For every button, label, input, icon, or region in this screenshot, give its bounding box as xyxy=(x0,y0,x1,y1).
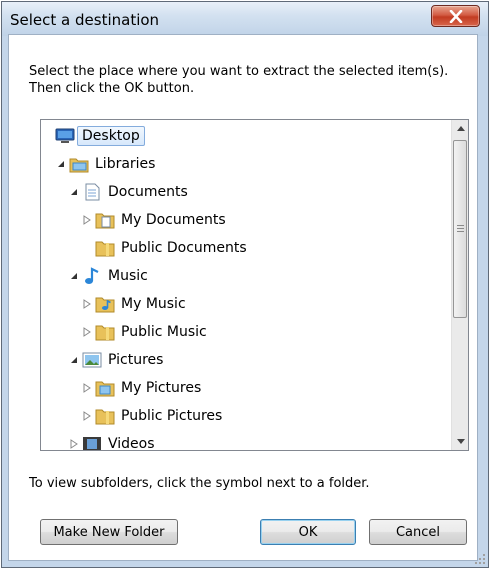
scroll-down-arrow-icon xyxy=(456,439,465,444)
tree-item-label: My Documents xyxy=(121,212,226,228)
collapsed-arrow-icon[interactable] xyxy=(81,382,93,394)
tree-item-documents[interactable]: Documents xyxy=(68,179,188,205)
pictures-folder-icon xyxy=(95,379,115,397)
collapsed-arrow-icon[interactable] xyxy=(68,438,80,450)
tree-item-public-documents[interactable]: Public Documents xyxy=(95,235,247,261)
videos-library-icon xyxy=(82,435,102,450)
folder-icon xyxy=(95,323,115,341)
desktop-icon xyxy=(55,127,75,145)
ok-button[interactable]: OK xyxy=(260,519,356,545)
tree-item-label: My Music xyxy=(121,296,186,312)
tree-item-videos[interactable]: Videos xyxy=(68,431,155,450)
tree-item-label: Music xyxy=(108,268,148,284)
instruction-text: Select the place where you want to extra… xyxy=(29,63,469,97)
cancel-button[interactable]: Cancel xyxy=(369,519,467,545)
documents-folder-icon xyxy=(95,211,115,229)
tree-item-my-music[interactable]: My Music xyxy=(81,291,186,317)
tree-item-my-pictures[interactable]: My Pictures xyxy=(81,375,201,401)
tree-item-label: Public Documents xyxy=(121,240,247,256)
tree-item-label: Public Pictures xyxy=(121,408,223,424)
collapsed-arrow-icon[interactable] xyxy=(81,298,93,310)
grip-lines-icon xyxy=(457,225,464,234)
tree-item-music[interactable]: Music xyxy=(68,263,148,289)
tree-item-pictures[interactable]: Pictures xyxy=(68,347,163,373)
tree-item-public-music[interactable]: Public Music xyxy=(81,319,207,345)
instruction-line-2: Then click the OK button. xyxy=(29,81,195,96)
folder-icon xyxy=(95,239,115,257)
tree-item-label: Pictures xyxy=(108,352,164,368)
tree-item-desktop[interactable]: Desktop xyxy=(55,123,145,149)
make-new-folder-button[interactable]: Make New Folder xyxy=(40,519,178,545)
collapsed-arrow-icon[interactable] xyxy=(81,326,93,338)
tree-item-label: Desktop xyxy=(77,126,145,146)
tree-item-label: Libraries xyxy=(95,156,156,172)
instruction-line-1: Select the place where you want to extra… xyxy=(29,64,449,79)
tree-item-label: Public Music xyxy=(121,324,207,340)
tree-item-public-pictures[interactable]: Public Pictures xyxy=(81,403,222,429)
music-folder-icon xyxy=(95,295,115,313)
resize-grip-icon[interactable] xyxy=(474,553,486,565)
pictures-library-icon xyxy=(82,351,102,369)
expanded-arrow-icon[interactable] xyxy=(68,270,80,282)
title-bar[interactable]: Select a destination xyxy=(2,2,488,36)
close-button[interactable] xyxy=(431,5,480,27)
expanded-arrow-icon[interactable] xyxy=(68,186,80,198)
expanded-arrow-icon[interactable] xyxy=(55,158,67,170)
tree-item-libraries[interactable]: Libraries xyxy=(55,151,155,177)
scroll-up-arrow-icon xyxy=(456,126,465,131)
expanded-arrow-icon[interactable] xyxy=(68,354,80,366)
scrollbar-thumb[interactable] xyxy=(453,140,467,318)
vertical-scrollbar[interactable] xyxy=(451,120,468,450)
dialog-title: Select a destination xyxy=(10,11,160,29)
collapsed-arrow-icon[interactable] xyxy=(81,214,93,226)
libraries-icon xyxy=(69,155,89,173)
tree-item-my-documents[interactable]: My Documents xyxy=(81,207,226,233)
collapsed-arrow-icon[interactable] xyxy=(81,410,93,422)
close-icon xyxy=(449,10,463,23)
tree-item-label: Videos xyxy=(108,436,155,450)
scroll-up-button[interactable] xyxy=(452,120,468,137)
tree-item-label: My Pictures xyxy=(121,380,202,396)
hint-text: To view subfolders, click the symbol nex… xyxy=(29,476,370,491)
documents-library-icon xyxy=(82,183,102,201)
tree-item-label: Documents xyxy=(108,184,188,200)
folder-tree[interactable]: Desktop Libraries Documents My Documents xyxy=(40,119,469,451)
folder-icon xyxy=(95,407,115,425)
music-library-icon xyxy=(82,267,102,285)
scroll-down-button[interactable] xyxy=(452,433,468,450)
